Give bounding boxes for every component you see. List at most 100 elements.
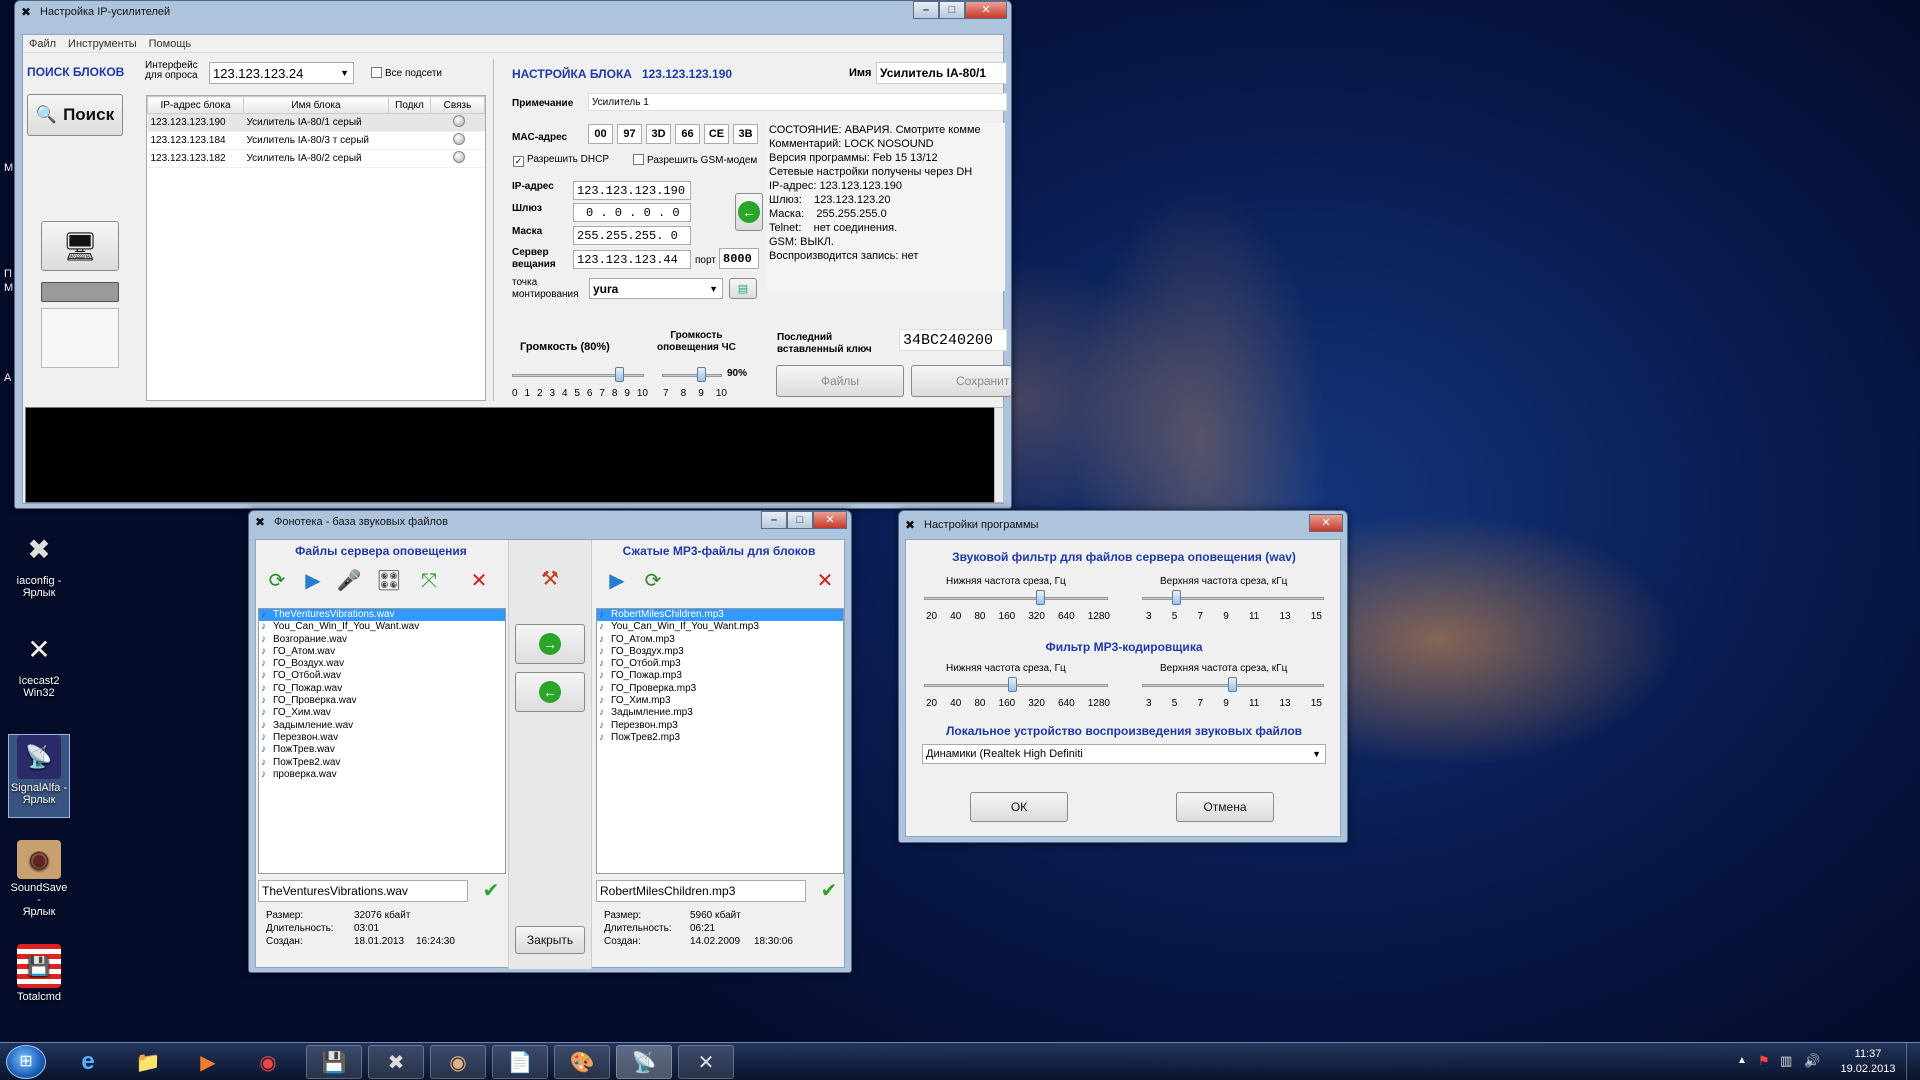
device-select[interactable]: Динамики (Realtek High Definiti ▼ [922,744,1326,764]
taskbar-chrome[interactable]: ◉ [240,1045,296,1079]
settings-titlebar[interactable]: ✖ Настройки программы [899,514,1347,536]
list-item[interactable]: TheVenturesVibrations.wav [259,609,505,622]
list-item[interactable]: You_Can_Win_If_You_Want.wav [259,621,505,633]
taskbar-soundsave[interactable]: ◉ [430,1045,486,1079]
minimize-button[interactable]: – [913,1,939,19]
emergency-volume-slider[interactable] [662,367,722,383]
tray-clock[interactable]: 11:37 19.02.2013 [1836,1047,1900,1077]
col-connected[interactable]: Подкл [388,96,431,114]
list-item[interactable]: ГО_Проверка.mp3 [597,683,843,695]
desktop-icon-signalalfa[interactable]: 📡 SignalAlfa - Ярлык [8,734,70,818]
close-button[interactable]: ✕ [813,511,847,529]
tray-network-icon[interactable]: ▥ [1780,1053,1792,1069]
desktop-icon-soundsave[interactable]: ◉ SoundSave - Ярлык [8,840,70,918]
col-ip[interactable]: IP-адрес блока [147,96,244,114]
list-item[interactable]: ГО_Проверка.wav [259,695,505,707]
list-item[interactable]: ГО_Воздух.wav [259,658,505,670]
mount-select[interactable]: yura ▼ [589,278,723,299]
minimize-button[interactable]: – [761,511,787,529]
taskbar-explorer[interactable]: 📁 [120,1045,176,1079]
iface-select[interactable]: 123.123.123.24 ▼ [209,62,354,84]
mp3-files-list[interactable]: RobertMilesChildren.mp3 You_Can_Win_If_Y… [596,608,844,874]
wav-low-slider[interactable] [924,590,1108,606]
delete-icon[interactable]: ✕ [812,570,838,592]
mac-octet[interactable]: 97 [617,124,642,144]
list-item[interactable]: ГО_Отбой.wav [259,670,505,682]
mac-octet[interactable]: 3B [733,124,758,144]
start-button[interactable]: ⊞ [6,1045,46,1079]
wav-high-slider[interactable] [1142,590,1324,606]
volume-slider[interactable] [512,367,644,383]
mac-octet[interactable]: 66 [675,124,700,144]
taskbar-ie[interactable]: e [60,1045,116,1079]
list-item[interactable]: Возгорание.wav [259,634,505,646]
ip-field[interactable]: 123.123.123.190 [573,181,691,200]
maximize-button[interactable]: □ [787,511,813,529]
col-link[interactable]: Связь [430,96,485,114]
wav-high-thumb[interactable] [1172,590,1181,605]
delete-icon[interactable]: ✕ [466,570,492,592]
menu-file[interactable]: Файл [29,38,56,50]
desktop-icon-iaconfig[interactable]: ✖ iaconfig - Ярлык [8,528,70,606]
refresh-icon[interactable]: ⟳ [264,570,290,592]
mp3-high-slider[interactable] [1142,677,1324,693]
mount-list-button[interactable]: ▤ [729,278,757,299]
list-item[interactable]: ГО_Атом.wav [259,646,505,658]
taskbar-totalcmd[interactable]: 💾 [306,1045,362,1079]
refresh-icon[interactable]: ⟳ [640,570,666,592]
desktop-icon-totalcmd[interactable]: 💾 Totalcmd [8,944,70,1022]
play-icon[interactable]: ▶ [604,570,630,592]
phono-close-button[interactable]: Закрыть [515,926,585,954]
list-item[interactable]: Перезвон.wav [259,732,505,744]
mp3-low-slider[interactable] [924,677,1108,693]
close-button[interactable]: ✕ [965,1,1007,19]
dhcp-checkbox[interactable]: ✓ Разрешить DHCP [513,154,609,167]
list-item[interactable]: проверка.wav [259,769,505,781]
hammer-icon[interactable]: ⚒ [537,568,563,590]
mac-octet[interactable]: CE [704,124,729,144]
desktop-icon-icecast[interactable]: ✕ Icecast2 Win32 [8,628,70,706]
list-item[interactable]: Задымление.mp3 [597,707,843,719]
port-field[interactable]: 8000 [719,248,759,269]
volume-thumb[interactable] [615,367,624,382]
mac-octet[interactable]: 00 [588,124,613,144]
list-item[interactable]: ГО_Воздух.mp3 [597,646,843,658]
mp3-file-name-field[interactable]: RobertMilesChildren.mp3 [596,880,806,902]
to-server-button[interactable]: ← [515,672,585,712]
expand-icon[interactable]: ⤧ [416,570,442,592]
block-name-field[interactable]: Усилитель IA-80/1 [876,62,1007,84]
menu-tools[interactable]: Инструменты [68,38,137,50]
microphone-icon[interactable]: 🎤 [336,570,362,592]
mixer-icon[interactable]: 🎛 [376,570,402,592]
taskbar-signalalfa[interactable]: 📡 [616,1045,672,1079]
to-mp3-button[interactable]: → [515,624,585,664]
note-field[interactable]: Усилитель 1 [588,93,1007,111]
server-field[interactable]: 123.123.123.44 [573,250,691,269]
log-scrollbar[interactable] [994,407,1004,503]
col-name[interactable]: Имя блока [243,96,389,114]
cancel-button[interactable]: Отмена [1176,792,1274,822]
list-item[interactable]: ПожТрев2.mp3 [597,732,843,744]
checkmark-icon[interactable]: ✔ [816,880,842,902]
files-button[interactable]: Файлы [776,365,904,397]
list-item[interactable]: Перезвон.mp3 [597,720,843,732]
all-subnets-checkbox[interactable]: Все подсети [371,67,442,79]
close-button[interactable]: ✕ [1309,514,1343,532]
list-item[interactable]: ГО_Атом.mp3 [597,634,843,646]
list-item[interactable]: ГО_Хим.mp3 [597,695,843,707]
server-file-name-field[interactable]: TheVenturesVibrations.wav [258,880,468,902]
list-item[interactable]: ГО_Пожар.wav [259,683,505,695]
mask-field[interactable]: 255.255.255. 0 [573,226,691,245]
log-console[interactable] [25,407,995,503]
taskbar-media-player[interactable]: ▶ [180,1045,236,1079]
apply-network-button[interactable]: ← [735,193,763,231]
list-item[interactable]: ПожТрев.wav [259,744,505,756]
list-item[interactable]: RobertMilesChildren.mp3 [597,609,843,622]
emergency-thumb[interactable] [697,367,706,382]
wav-low-thumb[interactable] [1036,590,1045,605]
table-row[interactable]: 123.123.123.184 Усилитель IA-80/3 т серы… [147,131,485,150]
server-files-list[interactable]: TheVenturesVibrations.wav You_Can_Win_If… [258,608,506,874]
taskbar-paint[interactable]: 🎨 [554,1045,610,1079]
network-view-button[interactable]: 🖥 [41,221,119,271]
maximize-button[interactable]: □ [939,1,965,19]
